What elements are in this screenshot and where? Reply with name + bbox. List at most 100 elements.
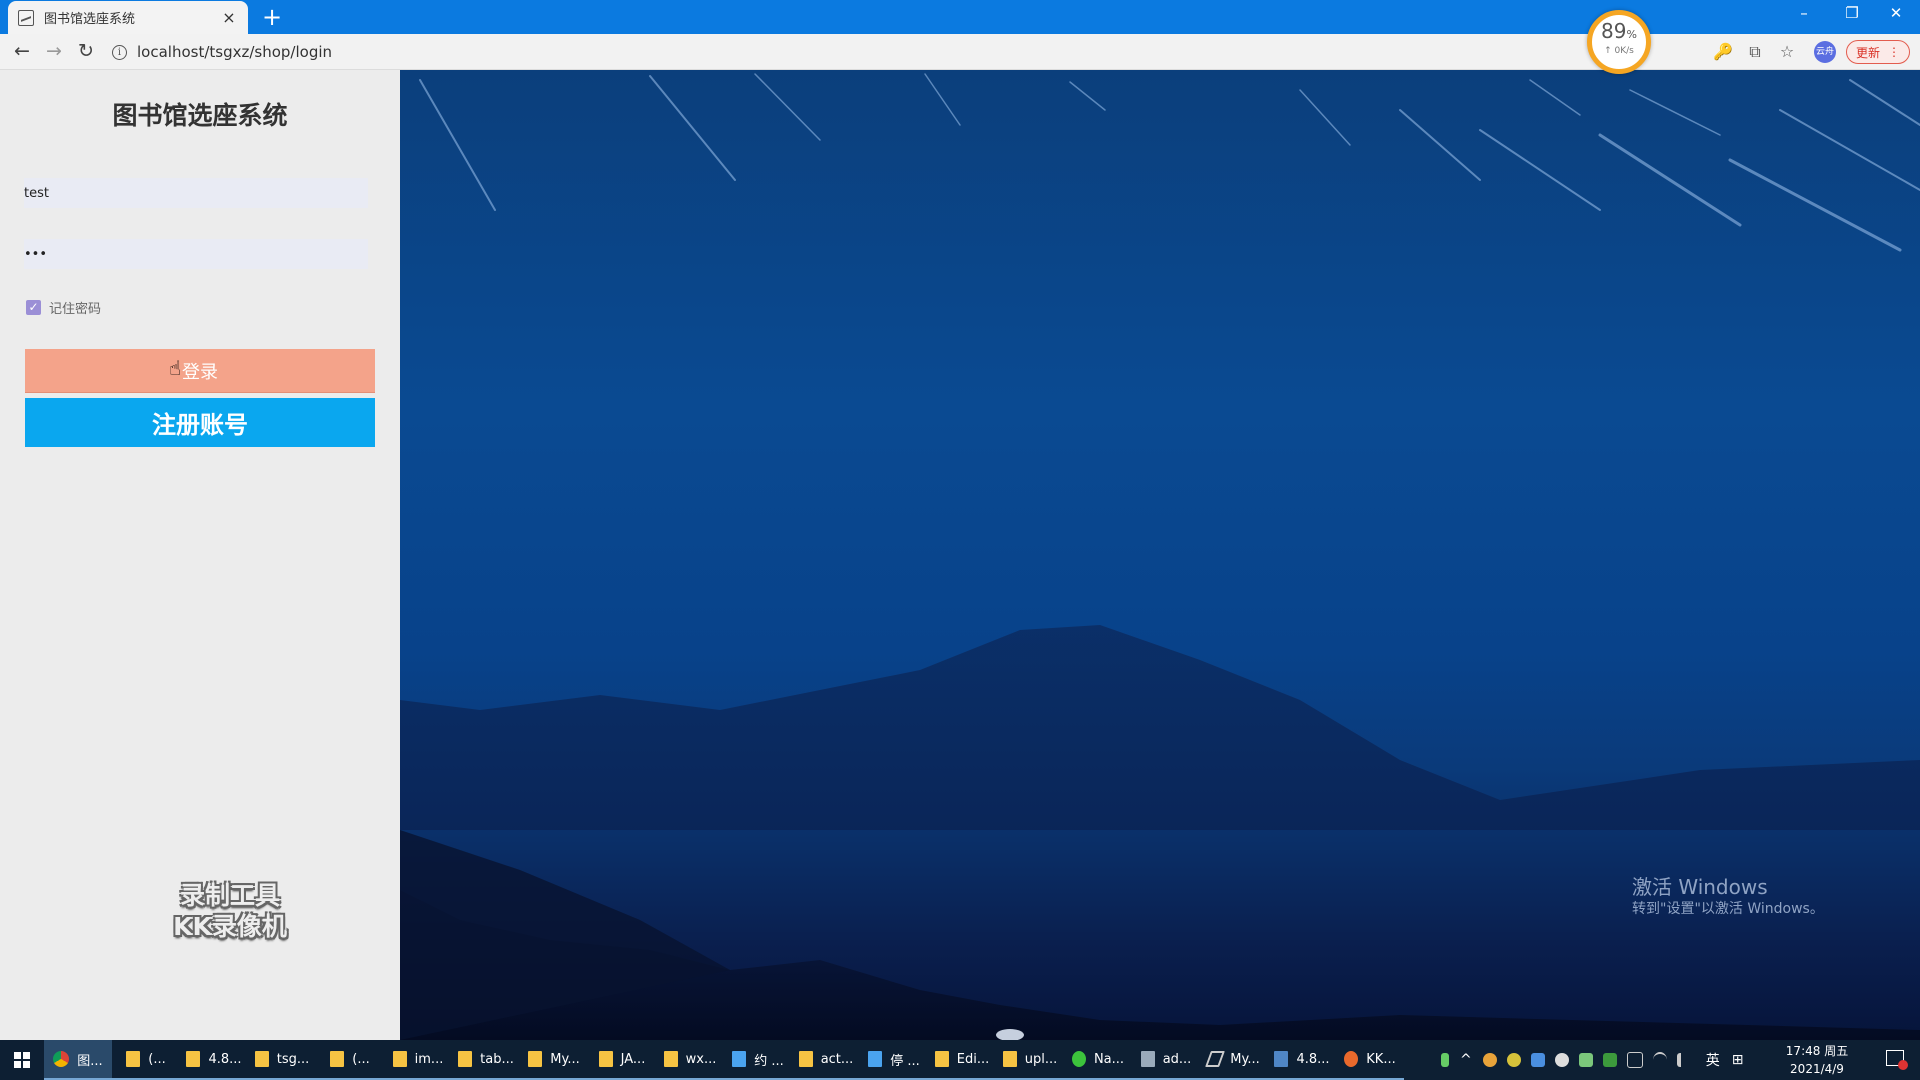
activation-title: 激活 Windows: [1632, 875, 1768, 899]
folder-icon: [528, 1051, 543, 1067]
notification-badge: [1898, 1060, 1908, 1070]
taskbar-item-label: My...: [1230, 1051, 1260, 1067]
key-icon[interactable]: 🔑: [1712, 42, 1734, 61]
taskbar-item[interactable]: ad...: [1132, 1040, 1200, 1080]
close-window-button[interactable]: ✕: [1876, 4, 1916, 22]
taskbar-item-label: (...: [148, 1051, 166, 1067]
folder-icon: [330, 1051, 345, 1067]
taskbar-item[interactable]: 约 ...: [724, 1040, 792, 1080]
recorder-watermark: 录制工具 KK录像机: [150, 880, 310, 942]
clock-time: 17:48 周五: [1785, 1044, 1849, 1058]
taskbar-item[interactable]: Edi...: [928, 1040, 996, 1080]
taskbar-item-label: 停 ...: [890, 1053, 920, 1069]
kk-recorder-icon: [1344, 1051, 1359, 1067]
forward-button[interactable]: →: [42, 40, 66, 62]
address-bar[interactable]: i localhost/tsgxz/shop/login: [112, 41, 332, 63]
password-field[interactable]: [24, 239, 368, 269]
windows-taskbar: 图... (... 4.8... tsg... (... im... tab..…: [0, 1040, 1920, 1080]
system-clock[interactable]: 17:48 周五 2021/4/9: [1774, 1042, 1860, 1078]
back-button[interactable]: ←: [10, 40, 34, 62]
taskbar-item[interactable]: My...: [520, 1040, 588, 1080]
speed-percent: 89%: [1601, 19, 1637, 43]
taskbar-item-chrome[interactable]: 图...: [44, 1040, 112, 1080]
taskbar-item[interactable]: upl...: [996, 1040, 1064, 1080]
profile-avatar[interactable]: 云舟: [1814, 41, 1836, 63]
tray-app-icon[interactable]: [1578, 1053, 1593, 1067]
username-field[interactable]: [24, 178, 368, 208]
folder-icon: [934, 1051, 949, 1067]
tray-app-icon[interactable]: [1482, 1053, 1497, 1067]
taskbar-item[interactable]: My...: [1200, 1040, 1268, 1080]
register-button[interactable]: 注册账号: [25, 398, 375, 447]
taskbar-item[interactable]: act...: [792, 1040, 860, 1080]
taskbar-item-label: tsg...: [276, 1051, 310, 1067]
taskbar-item-label: ad...: [1162, 1051, 1192, 1067]
battery-icon[interactable]: [1441, 1053, 1449, 1067]
taskbar-item[interactable]: 4.8...: [1268, 1040, 1336, 1080]
watermark-line-2: KK录像机: [173, 912, 287, 941]
folder-icon: [254, 1051, 269, 1067]
minimize-button[interactable]: –: [1784, 4, 1824, 22]
taskbar-item[interactable]: KK...: [1336, 1040, 1404, 1080]
taskbar-item-label: Edi...: [956, 1051, 990, 1067]
volume-icon[interactable]: [1676, 1053, 1695, 1067]
login-button[interactable]: 登录: [25, 349, 375, 393]
qq-icon[interactable]: [1554, 1053, 1569, 1067]
clock-date: 2021/4/9: [1790, 1062, 1844, 1076]
start-button[interactable]: [0, 1040, 44, 1080]
folder-icon: [1002, 1051, 1017, 1067]
wifi-icon[interactable]: [1652, 1052, 1667, 1068]
network-icon[interactable]: [1626, 1052, 1643, 1068]
folder-icon: [458, 1051, 473, 1067]
taskbar-item[interactable]: 停 ...: [860, 1040, 928, 1080]
taskbar-item[interactable]: Na...: [1064, 1040, 1132, 1080]
taskbar-item[interactable]: tsg...: [248, 1040, 316, 1080]
taskbar-item-label: JA...: [620, 1051, 646, 1067]
cube-icon: [868, 1051, 883, 1067]
taskbar-item-label: 图...: [77, 1053, 103, 1069]
input-mode-icon[interactable]: ⊞: [1732, 1052, 1744, 1068]
taskbar-item-label: 4.8...: [208, 1051, 242, 1067]
taskbar-item-label: KK...: [1366, 1051, 1396, 1067]
url-text[interactable]: localhost/tsgxz/shop/login: [137, 43, 332, 61]
page-title: 图书馆选座系统: [112, 101, 288, 130]
remember-password[interactable]: ✓ 记住密码: [26, 298, 101, 317]
restore-button[interactable]: ❐: [1832, 4, 1872, 22]
tray-app-icon[interactable]: [1530, 1053, 1545, 1067]
tab-close-icon[interactable]: ×: [220, 8, 238, 27]
input-language[interactable]: 英: [1706, 1050, 1720, 1070]
taskbar-item-label: (...: [352, 1051, 370, 1067]
login-panel: 图书馆选座系统 ✓ 记住密码 登录 ☝ 注册账号 录制工具 KK录像机: [0, 70, 400, 1040]
reload-button[interactable]: ↻: [74, 40, 98, 62]
site-info-icon[interactable]: i: [112, 44, 127, 60]
tray-app-icon[interactable]: [1602, 1053, 1617, 1067]
taskbar-item[interactable]: (...: [316, 1040, 384, 1080]
bookmark-star-icon[interactable]: ☆: [1776, 42, 1798, 61]
activation-subtitle: 转到"设置"以激活 Windows。: [1632, 901, 1824, 917]
taskbar-item-label: 约 ...: [754, 1053, 784, 1069]
chrome-icon: [53, 1051, 70, 1067]
folder-icon: [392, 1051, 407, 1067]
windows-logo-icon: [14, 1052, 30, 1068]
new-tab-button[interactable]: +: [262, 4, 282, 30]
taskbar-item[interactable]: im...: [384, 1040, 452, 1080]
folder-icon: [798, 1051, 813, 1067]
hand-cursor-icon: ☝: [169, 356, 182, 380]
system-tray: ^ 英 ⊞: [1436, 1040, 1749, 1080]
taskbar-item[interactable]: wx...: [656, 1040, 724, 1080]
translate-icon[interactable]: ⧉: [1744, 42, 1766, 62]
taskbar-item[interactable]: tab...: [452, 1040, 520, 1080]
network-speed-gauge[interactable]: 89% ↑ 0K/s: [1587, 10, 1651, 74]
browser-tab[interactable]: 图书馆选座系统 ×: [8, 1, 248, 34]
taskbar-item[interactable]: JA...: [588, 1040, 656, 1080]
tray-expand-icon[interactable]: ^: [1460, 1052, 1472, 1068]
taskbar-item-label: upl...: [1024, 1051, 1058, 1067]
cube-icon: [732, 1051, 747, 1067]
taskbar-item-label: My...: [550, 1051, 580, 1067]
taskbar-item[interactable]: (...: [112, 1040, 180, 1080]
taskbar-item[interactable]: 4.8...: [180, 1040, 248, 1080]
tray-app-icon[interactable]: [1506, 1053, 1521, 1067]
update-button[interactable]: 更新 ⋮: [1846, 40, 1910, 64]
visual-studio-icon: [1274, 1051, 1289, 1067]
remember-checkbox[interactable]: ✓: [26, 300, 41, 315]
